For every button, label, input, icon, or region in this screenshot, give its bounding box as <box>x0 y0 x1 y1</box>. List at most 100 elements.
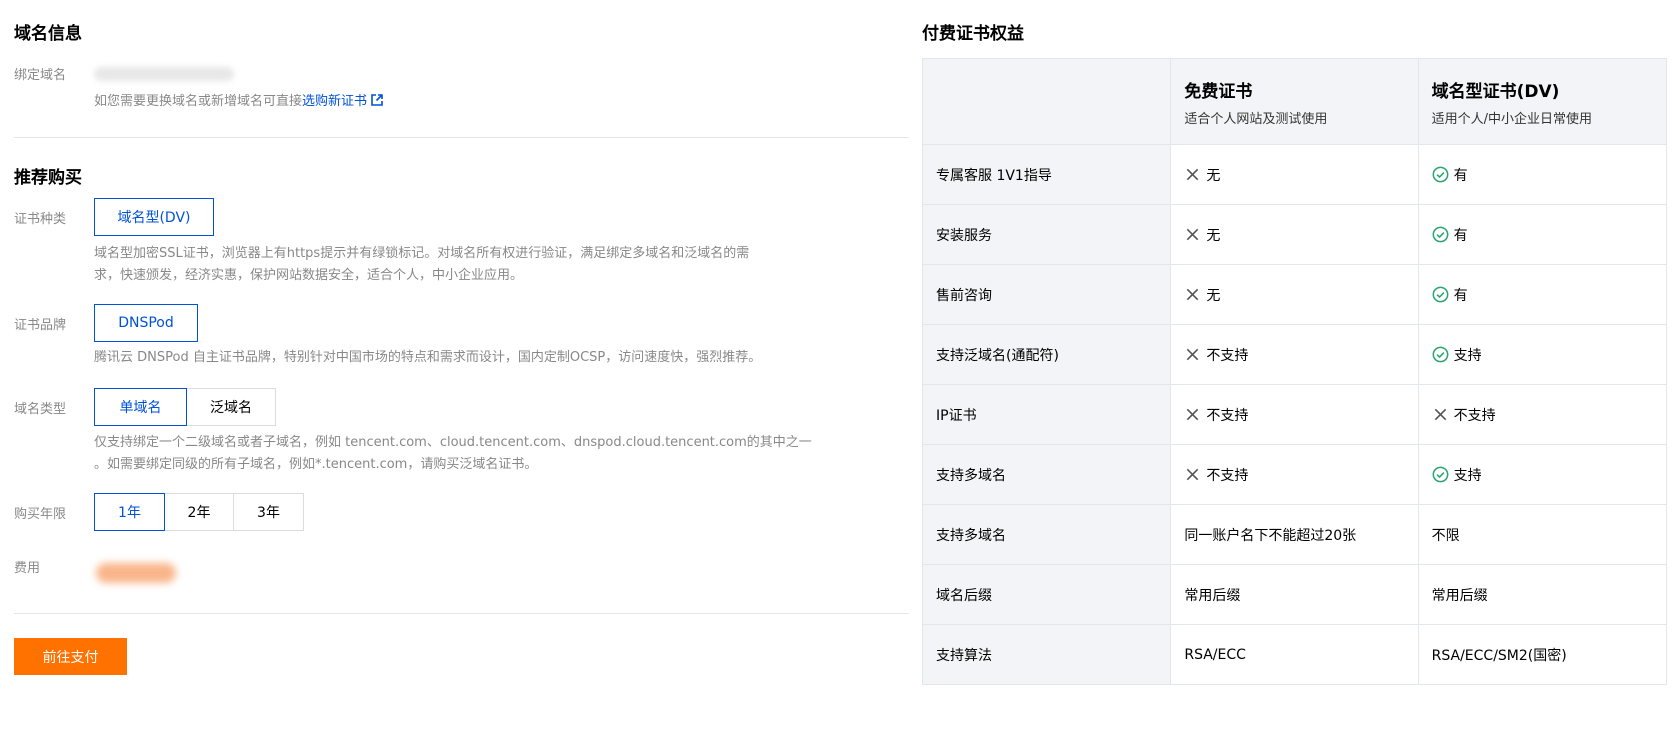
years-option-1[interactable]: 1年 <box>94 493 165 531</box>
free-value-cell: 不支持 <box>1170 324 1419 385</box>
dv-value-cell: 有 <box>1417 144 1668 205</box>
feature-cell: 安装服务 <box>921 204 1172 265</box>
header-free-cert: 免费证书 适合个人网站及测试使用 <box>1170 58 1419 145</box>
free-value-text: 无 <box>1206 167 1221 184</box>
domain-type-desc-line-1: 仅支持绑定一个二级域名或者子域名，例如 tencent.com、cloud.te… <box>94 435 812 450</box>
close-icon <box>1187 348 1199 360</box>
domain-type-label: 域名类型 <box>14 402 67 417</box>
benefits-table: 免费证书 适合个人网站及测试使用 域名型证书(DV) 适用个人/中小企业日常使用… <box>921 58 1668 685</box>
table-row: 域名后缀 常用后缀 常用后缀 <box>921 564 1668 625</box>
cert-type-selector: 域名型(DV) <box>94 198 214 236</box>
free-value-text: 无 <box>1206 287 1221 304</box>
free-value-text: 不支持 <box>1206 467 1249 484</box>
free-value-cell: 无 <box>1170 204 1419 265</box>
dv-value-text: 有 <box>1453 287 1468 304</box>
domain-info-title: 域名信息 <box>14 24 82 44</box>
table-row: 专属客服 1V1指导 无 有 <box>921 144 1668 205</box>
dv-value-cell: 不限 <box>1417 504 1668 565</box>
years-option-3[interactable]: 3年 <box>233 493 304 531</box>
cert-type-option-dv[interactable]: 域名型(DV) <box>94 198 214 236</box>
domain-type-option-single[interactable]: 单域名 <box>94 388 187 426</box>
feature-name: 售前咨询 <box>936 287 992 304</box>
dv-value-cell: 常用后缀 <box>1417 564 1668 625</box>
pay-button[interactable]: 前往支付 <box>14 638 127 675</box>
buy-new-cert-link-text[interactable]: 选购新证书 <box>302 94 367 109</box>
dv-value-text: 不支持 <box>1453 407 1496 424</box>
dv-value-text: RSA/ECC/SM2(国密) <box>1431 647 1567 664</box>
divider <box>14 137 909 138</box>
feature-cell: 支持多域名 <box>921 504 1172 565</box>
feature-name: 支持泛域名(通配符) <box>936 347 1059 364</box>
feature-cell: 支持多域名 <box>921 444 1172 505</box>
feature-cell: 域名后缀 <box>921 564 1172 625</box>
feature-name: 支持算法 <box>936 647 992 664</box>
domain-type-option-wildcard[interactable]: 泛域名 <box>186 388 276 426</box>
feature-name: IP证书 <box>936 407 977 424</box>
domain-type-desc: 仅支持绑定一个二级域名或者子域名，例如 tencent.com、cloud.te… <box>94 432 854 476</box>
feature-name: 域名后缀 <box>936 587 992 604</box>
dv-value-text: 有 <box>1453 227 1468 244</box>
bind-domain-label: 绑定域名 <box>14 68 67 83</box>
dv-value-cell: RSA/ECC/SM2(国密) <box>1417 624 1668 685</box>
free-value-cell: 不支持 <box>1170 444 1419 505</box>
free-value-cell: 不支持 <box>1170 384 1419 445</box>
table-row: 支持泛域名(通配符) 不支持 支持 <box>921 324 1668 385</box>
dv-value-cell: 有 <box>1417 264 1668 325</box>
divider <box>14 613 909 614</box>
free-value-text: 不支持 <box>1206 407 1249 424</box>
free-value-cell: 常用后缀 <box>1170 564 1419 625</box>
cert-type-desc-line-2: 求，快速颁发，经济实惠，保护网站数据安全，适合个人，中小企业应用。 <box>94 268 524 283</box>
free-value-text: 同一账户名下不能超过20张 <box>1184 527 1357 544</box>
free-value-cell: RSA/ECC <box>1170 624 1419 685</box>
dv-value-cell: 支持 <box>1417 324 1668 385</box>
table-row: 支持多域名 不支持 支持 <box>921 444 1668 505</box>
feature-name: 安装服务 <box>936 227 992 244</box>
dv-value-cell: 有 <box>1417 204 1668 265</box>
dv-cert-subtitle: 适用个人/中小企业日常使用 <box>1431 111 1593 127</box>
free-value-cell: 同一账户名下不能超过20张 <box>1170 504 1419 565</box>
free-value-text: 常用后缀 <box>1184 587 1241 604</box>
feature-cell: IP证书 <box>921 384 1172 445</box>
external-link-icon[interactable] <box>371 94 383 106</box>
feature-name: 支持多域名 <box>936 467 1006 484</box>
domain-change-hint-text: 如您需要更换域名或新增域名可直接 <box>94 94 303 109</box>
close-icon <box>1187 468 1199 480</box>
header-dv-cert: 域名型证书(DV) 适用个人/中小企业日常使用 <box>1417 58 1668 145</box>
check-circle-icon <box>1432 346 1449 362</box>
free-value-cell: 无 <box>1170 144 1419 205</box>
table-row: IP证书 不支持 不支持 <box>921 384 1668 445</box>
dv-value-text: 常用后缀 <box>1431 587 1488 604</box>
feature-cell: 专属客服 1V1指导 <box>921 144 1172 205</box>
benefits-table-header: 免费证书 适合个人网站及测试使用 域名型证书(DV) 适用个人/中小企业日常使用 <box>921 58 1668 145</box>
dv-cert-title: 域名型证书(DV) <box>1431 81 1560 102</box>
close-icon <box>1187 228 1199 240</box>
brand-desc: 腾讯云 DNSPod 自主证书品牌，特别针对中国市场的特点和需求而设计，国内定制… <box>94 350 762 365</box>
table-row: 安装服务 无 有 <box>921 204 1668 265</box>
free-value-text: 无 <box>1206 227 1221 244</box>
close-icon <box>1434 408 1446 420</box>
brand-selector: DNSPod <box>94 304 198 342</box>
fee-label: 费用 <box>14 561 41 576</box>
dv-value-text: 支持 <box>1453 347 1482 364</box>
buy-new-cert-link[interactable]: 选购新证书 <box>302 94 383 109</box>
feature-cell: 支持算法 <box>921 624 1172 685</box>
dv-value-cell: 不支持 <box>1417 384 1668 445</box>
close-icon <box>1187 288 1199 300</box>
domain-type-desc-line-2: 。如需要绑定同级的所有子域名，例如*.tencent.com，请购买泛域名证书。 <box>94 457 538 472</box>
brand-option-dnspod[interactable]: DNSPod <box>94 304 198 342</box>
cert-type-label: 证书种类 <box>14 212 67 227</box>
dv-value-text: 不限 <box>1431 527 1460 544</box>
years-option-2[interactable]: 2年 <box>164 493 234 531</box>
free-value-text: 不支持 <box>1206 347 1249 364</box>
feature-cell: 售前咨询 <box>921 264 1172 325</box>
feature-name: 专属客服 1V1指导 <box>936 167 1052 184</box>
feature-cell: 支持泛域名(通配符) <box>921 324 1172 385</box>
check-circle-icon <box>1432 286 1449 302</box>
years-label: 购买年限 <box>14 507 67 522</box>
benefits-title: 付费证书权益 <box>922 24 1024 44</box>
table-row: 支持算法 RSA/ECC RSA/ECC/SM2(国密) <box>921 624 1668 685</box>
free-value-cell: 无 <box>1170 264 1419 325</box>
check-circle-icon <box>1432 166 1449 182</box>
table-row: 售前咨询 无 有 <box>921 264 1668 325</box>
years-selector: 1年 2年 3年 <box>94 493 304 531</box>
